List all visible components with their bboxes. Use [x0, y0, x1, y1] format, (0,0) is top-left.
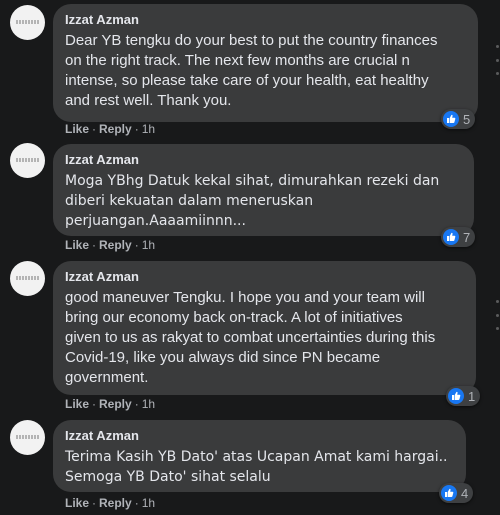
comment-actions: Like · Reply · 1h — [65, 122, 156, 136]
timestamp[interactable]: 1h — [142, 238, 155, 252]
reply-link[interactable]: Reply — [99, 397, 132, 411]
thumbs-up-icon — [448, 388, 464, 404]
reply-link[interactable]: Reply — [99, 238, 132, 252]
comment-author[interactable]: Izzat Azman — [65, 428, 454, 444]
reply-link[interactable]: Reply — [99, 122, 132, 136]
thumbs-up-icon — [443, 229, 459, 245]
comment-author[interactable]: Izzat Azman — [65, 12, 466, 28]
avatar[interactable] — [10, 5, 45, 40]
timestamp[interactable]: 1h — [142, 122, 155, 136]
thumbs-up-icon — [441, 485, 457, 501]
like-link[interactable]: Like — [65, 397, 89, 411]
comment-actions: Like · Reply · 1h — [65, 238, 156, 252]
reply-link[interactable]: Reply — [99, 496, 132, 510]
comment-bubble: Izzat Azman Moga YBhg Datuk kekal sihat,… — [53, 144, 474, 236]
comment-actions: Like · Reply · 1h — [65, 397, 156, 411]
like-link[interactable]: Like — [65, 238, 89, 252]
reaction-badge[interactable]: 4 — [439, 483, 474, 503]
reaction-badge[interactable]: 1 — [446, 386, 481, 406]
thumbs-up-icon — [443, 111, 459, 127]
reaction-count: 7 — [463, 229, 471, 245]
like-link[interactable]: Like — [65, 122, 89, 136]
timestamp[interactable]: 1h — [142, 397, 155, 411]
more-options-icon[interactable] — [494, 45, 500, 75]
reaction-count: 1 — [468, 388, 476, 404]
timestamp[interactable]: 1h — [142, 496, 155, 510]
comment-bubble: Izzat Azman Terima Kasih YB Dato' atas U… — [53, 420, 466, 492]
more-options-icon[interactable] — [494, 300, 500, 330]
avatar[interactable] — [10, 143, 45, 178]
comment-text: Terima Kasih YB Dato' atas Ucapan Amat k… — [65, 449, 448, 485]
comment-bubble: Izzat Azman Dear YB tengku do your best … — [53, 4, 478, 122]
comment-text: Moga YBhg Datuk kekal sihat, dimurahkan … — [65, 173, 440, 229]
reaction-badge[interactable]: 7 — [441, 227, 476, 247]
comment-author[interactable]: Izzat Azman — [65, 269, 464, 285]
like-link[interactable]: Like — [65, 496, 89, 510]
comment-text: good maneuver Tengku. I hope you and you… — [65, 289, 436, 386]
comment-actions: Like · Reply · 1h — [65, 496, 156, 510]
avatar[interactable] — [10, 420, 45, 455]
reaction-badge[interactable]: 5 — [441, 109, 476, 129]
comment-bubble: Izzat Azman good maneuver Tengku. I hope… — [53, 261, 476, 395]
reaction-count: 4 — [461, 485, 469, 501]
comment-text: Dear YB tengku do your best to put the c… — [65, 32, 438, 109]
comment-author[interactable]: Izzat Azman — [65, 152, 462, 168]
avatar[interactable] — [10, 261, 45, 296]
reaction-count: 5 — [463, 111, 471, 127]
